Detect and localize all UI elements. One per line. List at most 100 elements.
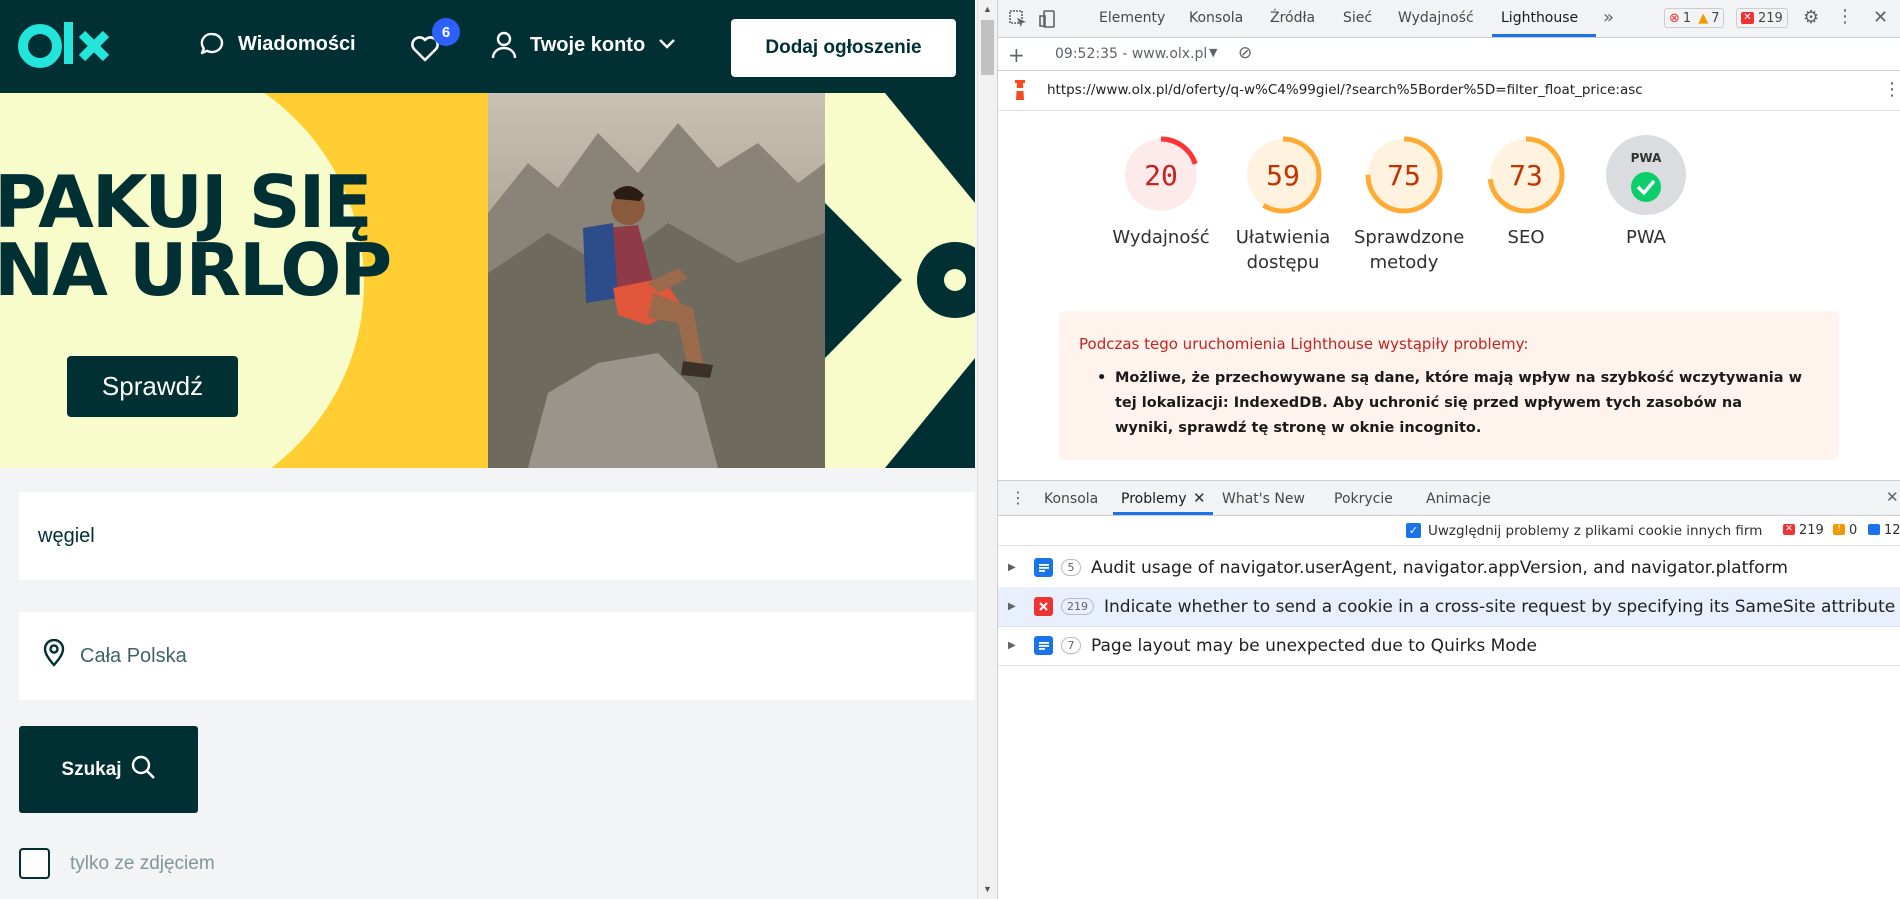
search-button[interactable]: Szukaj: [19, 726, 198, 813]
tab-console[interactable]: Konsola: [1189, 10, 1243, 26]
score-value: 73: [1509, 159, 1543, 192]
report-dropdown-icon[interactable]: ▼: [1209, 46, 1217, 59]
third-party-cookies-label: Uwzględnij problemy z plikami cookie inn…: [1428, 523, 1763, 539]
more-tabs-icon[interactable]: »: [1603, 7, 1614, 28]
location-pin-icon: [42, 638, 66, 673]
score-value: 20: [1144, 159, 1178, 192]
chat-icon: [198, 30, 226, 58]
new-report-icon[interactable]: +: [1008, 43, 1025, 67]
best-practices-gauge[interactable]: 75 Sprawdzone metody: [1354, 135, 1465, 275]
drawer-tab-whats-new[interactable]: What's New: [1222, 491, 1305, 507]
issue-count: 7: [1061, 637, 1081, 654]
drawer-tab-animations[interactable]: Animacje: [1426, 491, 1491, 507]
photo-only-filter[interactable]: tylko ze zdjęciem: [19, 848, 215, 879]
error-count-badge[interactable]: ⊗ 1 ▲ 7: [1664, 8, 1725, 28]
messages-link[interactable]: Wiadomości: [198, 30, 356, 58]
tab-sources[interactable]: Źródła: [1270, 10, 1315, 26]
location-input[interactable]: Cała Polska: [19, 612, 975, 700]
close-devtools-icon[interactable]: ✕: [1873, 7, 1888, 28]
photo-only-label: tylko ze zdjęciem: [70, 852, 215, 874]
score-value: 75: [1387, 159, 1421, 192]
scroll-down-icon[interactable]: ▼: [983, 884, 992, 894]
device-toggle-icon[interactable]: [1038, 9, 1058, 33]
drawer-tab-console[interactable]: Konsola: [1044, 491, 1098, 507]
score-label: Sprawdzone metody: [1354, 227, 1465, 273]
page-scrollbar[interactable]: ▲ ▼: [977, 0, 996, 899]
pwa-badge-icon: PWA: [1631, 151, 1662, 165]
score-label: SEO: [1507, 227, 1545, 248]
expand-arrow-icon[interactable]: ▶: [1008, 640, 1020, 651]
close-drawer-icon[interactable]: ✕: [1886, 488, 1899, 506]
score-value: 59: [1266, 159, 1300, 192]
issues-info-icon: [1868, 524, 1880, 535]
drawer-tab-issues[interactable]: Problemy: [1121, 491, 1187, 507]
issue-count: 219: [1061, 598, 1094, 615]
scrollbar-thumb[interactable]: [981, 20, 994, 75]
issues-error-icon: ✕: [1783, 524, 1795, 535]
olx-page: Wiadomości 6 Twoje konto Dodaj ogłoszeni…: [0, 0, 975, 899]
scroll-up-icon[interactable]: ▲: [983, 4, 992, 14]
search-input[interactable]: węgiel: [19, 492, 975, 580]
olx-header: Wiadomości 6 Twoje konto Dodaj ogłoszeni…: [0, 0, 975, 93]
devtools-tabbar: Elementy Konsola Źródła Sieć Wydajność L…: [998, 0, 1900, 38]
third-party-cookies-checkbox[interactable]: ✓: [1406, 523, 1421, 538]
clear-reports-icon[interactable]: ⊘: [1238, 43, 1252, 63]
performance-gauge[interactable]: 20 Wydajność: [1111, 135, 1211, 250]
banner-decoration: [825, 93, 975, 468]
photo-only-checkbox[interactable]: [19, 848, 50, 879]
score-label: Ułatwienia dostępu: [1235, 227, 1331, 273]
issue-error-icon: ✕: [1741, 12, 1754, 24]
pwa-gauge[interactable]: PWA PWA: [1596, 135, 1696, 250]
issue-info-icon: [1034, 636, 1053, 655]
drawer-menu-icon[interactable]: ⋮: [1010, 488, 1026, 507]
banner-check-button[interactable]: Sprawdź: [67, 356, 238, 417]
issue-count: 5: [1061, 559, 1081, 576]
messages-label: Wiadomości: [238, 32, 356, 55]
tab-network[interactable]: Sieć: [1343, 10, 1372, 26]
lighthouse-warning: Podczas tego uruchomienia Lighthouse wys…: [1059, 311, 1839, 460]
accessibility-gauge[interactable]: 59 Ułatwienia dostępu: [1233, 135, 1333, 275]
report-url-bar: https://www.olx.pl/d/oferty/q-w%C4%99gie…: [998, 71, 1900, 111]
lighthouse-logo-icon: [1012, 80, 1028, 106]
issues-warning-icon: !: [1833, 524, 1845, 535]
report-url[interactable]: https://www.olx.pl/d/oferty/q-w%C4%99gie…: [1047, 82, 1643, 98]
olx-logo[interactable]: [18, 18, 114, 74]
drawer-tab-coverage[interactable]: Pokrycie: [1334, 491, 1393, 507]
drawer-tabbar: ⋮ Konsola Problemy ✕ What's New Pokrycie…: [998, 480, 1900, 516]
warning-item: Możliwe, że przechowywane są dane, które…: [1097, 366, 1805, 441]
report-selector[interactable]: 09:52:35 - www.olx.pl: [1055, 46, 1207, 62]
chevron-down-icon: [657, 34, 677, 57]
search-icon: [130, 754, 156, 786]
warning-title: Podczas tego uruchomienia Lighthouse wys…: [1079, 335, 1529, 353]
user-icon: [490, 30, 518, 60]
issues-filter-bar: ✓ Uwzględnij problemy z plikami cookie i…: [998, 516, 1900, 546]
inspect-icon[interactable]: [1008, 9, 1028, 33]
account-menu[interactable]: Twoje konto: [490, 30, 677, 60]
seo-gauge[interactable]: 73 SEO: [1476, 135, 1576, 250]
issue-error-icon: [1034, 597, 1053, 616]
tab-lighthouse[interactable]: Lighthouse: [1501, 10, 1578, 26]
error-circle-icon: ⊗: [1669, 10, 1680, 26]
account-label: Twoje konto: [530, 33, 646, 56]
expand-arrow-icon[interactable]: ▶: [1008, 562, 1020, 573]
tab-performance[interactable]: Wydajność: [1398, 10, 1474, 26]
expand-arrow-icon[interactable]: ▶: [1008, 601, 1020, 612]
favorites-badge: 6: [432, 18, 460, 46]
issue-row[interactable]: ▶ 5 Audit usage of navigator.userAgent, na…: [998, 548, 1900, 588]
promo-banner[interactable]: PAKUJ SIĘ NA URLOP Sprawdź: [0, 93, 975, 468]
issue-row[interactable]: ▶ 219 Indicate whether to send a cookie in…: [998, 587, 1900, 627]
issue-text: Audit usage of navigator.userAgent, navi…: [1091, 557, 1788, 578]
warning-triangle-icon: ▲: [1698, 10, 1709, 26]
devtools-panel: Elementy Konsola Źródła Sieć Wydajność L…: [997, 0, 1900, 899]
close-issues-tab-icon[interactable]: ✕: [1193, 489, 1206, 507]
more-options-icon[interactable]: ⋮: [1836, 6, 1854, 27]
lighthouse-toolbar: + 09:52:35 - www.olx.pl ▼ ⊘: [998, 38, 1900, 71]
add-listing-button[interactable]: Dodaj ogłoszenie: [731, 19, 956, 77]
url-menu-icon[interactable]: ⋮: [1883, 79, 1900, 100]
banner-headline: PAKUJ SIĘ NA URLOP: [0, 160, 392, 312]
settings-gear-icon[interactable]: ⚙: [1803, 7, 1819, 28]
issues-count-badge[interactable]: ✕ 219: [1736, 8, 1788, 28]
issue-text: Indicate whether to send a cookie in a c…: [1104, 596, 1896, 617]
tab-elements[interactable]: Elementy: [1099, 10, 1165, 26]
issue-row[interactable]: ▶ 7 Page layout may be unexpected due to Q…: [998, 626, 1900, 666]
